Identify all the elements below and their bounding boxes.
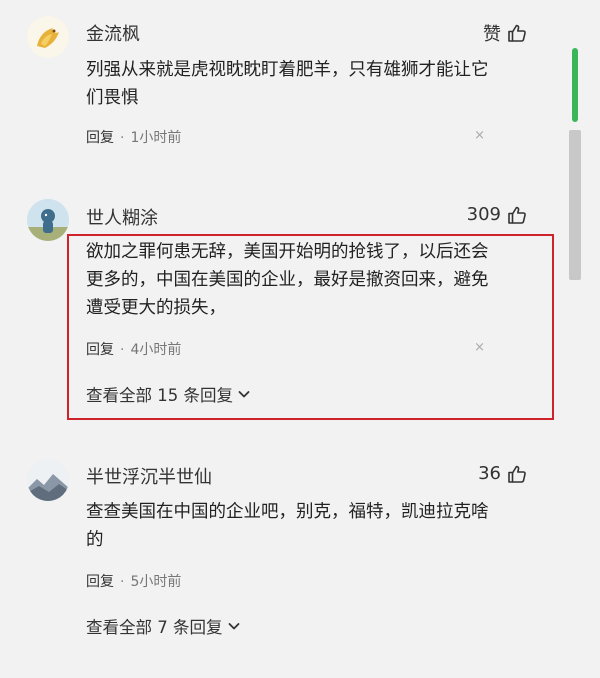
comment-meta: 回复 · 1小时前 [86,127,181,147]
comment-username[interactable]: 世人糊涂 [86,204,158,230]
comment-username[interactable]: 金流枫 [86,20,140,46]
thumbs-up-icon [508,24,526,42]
close-icon[interactable]: × [474,128,485,143]
comment-text-line: 列强从来就是虎视眈眈盯着肥羊，只有雄狮才能让它 [86,60,489,80]
scroll-indicator [572,48,578,122]
scrollbar-thumb[interactable] [569,130,581,280]
thumbs-up-icon [508,465,526,483]
view-all-replies-button[interactable]: 查看全部 7 条回复 [86,614,241,638]
like-button[interactable]: 36 [478,463,527,484]
view-all-replies-label: 查看全部 7 条回复 [86,618,223,637]
like-count: 36 [478,463,501,484]
like-button[interactable]: 309 [467,204,527,225]
comment-text: 查查美国在中国的企业吧，别克，福特，凯迪拉克啥 的 [86,498,536,554]
comment-text-line: 查查美国在中国的企业吧，别克，福特，凯迪拉克啥 [86,502,489,522]
sky-figure-avatar-icon[interactable] [27,199,69,241]
comment-meta: 回复 · 5小时前 [86,571,181,591]
comment-text-line: 的 [86,530,104,550]
thumbs-up-icon [508,206,526,224]
like-count: 309 [466,204,501,225]
reply-button[interactable]: 回复 [86,574,114,590]
comment-time: 1小时前 [130,130,182,146]
comment-list: 金流枫 赞 列强从来就是虎视眈眈盯着肥羊，只有雄狮才能让它 们畏惧 回复 · 1小时… [0,0,600,678]
like-button[interactable]: 赞 [483,20,527,46]
chevron-down-icon [228,623,239,630]
mountain-landscape-avatar-icon[interactable] [27,459,69,501]
reply-button[interactable]: 回复 [86,130,114,146]
highlight-box [67,234,554,420]
golden-bird-avatar-icon[interactable] [27,16,69,58]
like-label: 赞 [483,24,501,45]
meta-separator: · [120,130,125,146]
comment-time: 5小时前 [130,574,182,590]
comment-username[interactable]: 半世浮沉半世仙 [86,463,212,489]
comment-text-line: 们畏惧 [86,88,139,108]
meta-separator: · [120,574,125,590]
comment-text: 列强从来就是虎视眈眈盯着肥羊，只有雄狮才能让它 们畏惧 [86,56,536,112]
scrollbar[interactable] [568,0,582,678]
